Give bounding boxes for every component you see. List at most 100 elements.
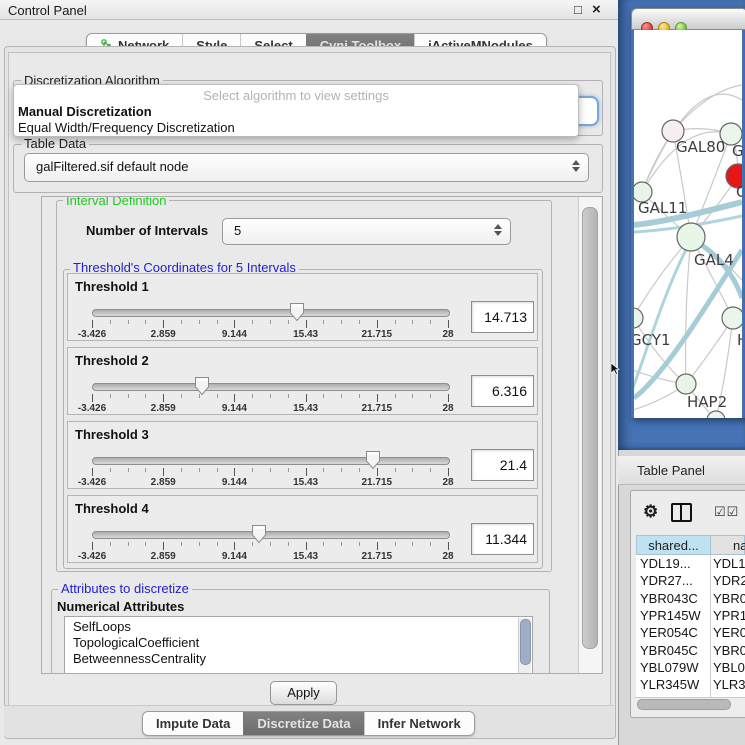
network-node[interactable] xyxy=(707,411,725,418)
table-row[interactable]: YBR045C YBR0 xyxy=(636,643,745,660)
network-node[interactable] xyxy=(676,374,696,394)
table-row[interactable]: YBL079W YBL0 xyxy=(636,660,745,677)
cell-shared-name[interactable]: YBL079W xyxy=(640,660,699,675)
combo-spinner-icon[interactable] xyxy=(572,160,580,172)
threshold-value-field[interactable]: 14.713 xyxy=(471,301,534,333)
numerical-attributes-label: Numerical Attributes xyxy=(57,599,184,614)
cell-name[interactable]: YLR3 xyxy=(713,677,745,692)
threshold-value-field[interactable]: 11.344 xyxy=(471,523,534,555)
tick-mark xyxy=(145,320,146,324)
tick-label: -3.426 xyxy=(64,403,120,414)
table-hscrollbar[interactable] xyxy=(635,697,745,710)
tick-mark xyxy=(430,320,431,324)
table-row[interactable]: YER054C YER0 xyxy=(636,625,745,642)
apply-button[interactable]: Apply xyxy=(270,681,337,705)
tab-discretize-data[interactable]: Discretize Data xyxy=(243,712,363,735)
cell-shared-name[interactable]: YER054C xyxy=(640,625,698,640)
table-row[interactable]: YDR27... YDR2 xyxy=(636,573,745,590)
tick-mark xyxy=(145,468,146,472)
network-node-label: GA xyxy=(732,142,742,160)
column-header-name[interactable]: na xyxy=(711,535,745,555)
network-window-titlebar[interactable] xyxy=(631,8,745,30)
network-node-label: GAL11 xyxy=(638,199,687,217)
network-node-label: H xyxy=(737,331,742,349)
tick-label: 15.43 xyxy=(278,403,334,414)
cell-name[interactable]: YPR1 xyxy=(713,608,745,623)
tick-mark xyxy=(448,468,449,476)
tick-label: 28 xyxy=(420,477,476,488)
network-node[interactable] xyxy=(722,307,742,329)
threshold-slider-thumb[interactable] xyxy=(289,302,305,322)
threshold-slider-track[interactable] xyxy=(92,309,450,317)
numerical-attributes-list[interactable]: SelfLoopsTopologicalCoefficientBetweenne… xyxy=(64,616,533,674)
columns-icon[interactable] xyxy=(671,503,692,522)
table-body[interactable]: YDL19... YDL1 YDR27... YDR2 YBR043C YBR0 YPR14… xyxy=(636,555,745,697)
threshold-slider-track[interactable] xyxy=(92,457,450,465)
tick-label: 2.859 xyxy=(135,551,191,562)
attributes-scrollbar[interactable] xyxy=(518,618,531,674)
gear-icon[interactable]: ⚙ xyxy=(643,502,658,522)
tick-mark xyxy=(323,320,324,324)
tick-mark xyxy=(430,468,431,472)
threshold-slider-track[interactable] xyxy=(92,383,450,391)
popup-option-equal-width-frequency[interactable]: Equal Width/Frequency Discretization xyxy=(14,120,578,135)
network-node[interactable] xyxy=(677,223,705,251)
tick-mark xyxy=(234,542,235,550)
threshold-slider-thumb[interactable] xyxy=(365,450,381,470)
tick-mark xyxy=(110,468,111,472)
cell-name[interactable]: YBR0 xyxy=(713,591,745,606)
tick-mark xyxy=(323,394,324,398)
threshold-value-field[interactable]: 21.4 xyxy=(471,449,534,481)
attribute-list-item[interactable]: TopologicalCoefficient xyxy=(65,635,532,651)
attribute-list-item[interactable]: SelfLoops xyxy=(65,619,532,635)
threshold-slider-track[interactable] xyxy=(92,531,450,539)
tick-mark xyxy=(288,542,289,546)
table-data-combo-value: galFiltered.sif default node xyxy=(36,159,188,174)
num-intervals-combo[interactable]: 5 xyxy=(222,218,511,245)
cell-shared-name[interactable]: YDR27... xyxy=(640,573,693,588)
cell-shared-name[interactable]: YLR345W xyxy=(640,677,699,692)
table-data-combo[interactable]: galFiltered.sif default node xyxy=(24,153,589,182)
attributes-scrollbar-thumb[interactable] xyxy=(520,619,531,665)
table-row[interactable]: YPR145W YPR1 xyxy=(636,608,745,625)
table-row[interactable]: YDL19... YDL1 xyxy=(636,556,745,573)
select-columns-checkboxes-icon[interactable]: ☑☑ xyxy=(714,504,739,520)
attribute-list-item[interactable]: BetweennessCentrality xyxy=(65,651,532,667)
settings-scrollbar-thumb[interactable] xyxy=(582,207,598,649)
tab-infer-network[interactable]: Infer Network xyxy=(364,712,474,735)
cell-shared-name[interactable]: YBR045C xyxy=(640,643,698,658)
cell-shared-name[interactable]: YDL19... xyxy=(640,556,691,571)
algorithm-popup-hint: Select algorithm to view settings xyxy=(14,88,578,103)
cell-shared-name[interactable]: YBR043C xyxy=(640,591,698,606)
tick-mark xyxy=(92,394,93,402)
tick-mark xyxy=(306,394,307,402)
network-node[interactable] xyxy=(634,308,643,328)
table-hscrollbar-thumb[interactable] xyxy=(637,699,731,710)
tick-label: 28 xyxy=(420,403,476,414)
threshold-slider-thumb[interactable] xyxy=(194,376,210,396)
cell-name[interactable]: YBL0 xyxy=(713,660,745,675)
popup-option-manual-discretization[interactable]: Manual Discretization xyxy=(14,104,578,119)
threshold-value-field[interactable]: 6.316 xyxy=(471,375,534,407)
tick-mark xyxy=(163,542,164,550)
network-canvas[interactable]: GAL80GACGAL11GAL4GCY1HHAP2 xyxy=(634,30,742,418)
tab-impute-data[interactable]: Impute Data xyxy=(143,712,243,735)
tick-label: 2.859 xyxy=(135,403,191,414)
cell-name[interactable]: YER0 xyxy=(713,625,745,640)
table-row[interactable]: YLR345W YLR3 xyxy=(636,677,745,694)
cell-name[interactable]: YDL1 xyxy=(713,556,745,571)
cell-name[interactable]: YBR0 xyxy=(713,643,745,658)
cell-name[interactable]: YDR2 xyxy=(713,573,745,588)
cell-shared-name[interactable]: YPR145W xyxy=(640,608,701,623)
tick-mark xyxy=(217,542,218,546)
column-header-shared-name[interactable]: shared... xyxy=(636,535,711,555)
control-panel-titlebar[interactable]: Control Panel □ × xyxy=(0,0,618,20)
settings-scrollbar[interactable] xyxy=(578,197,601,673)
threshold-slider-thumb[interactable] xyxy=(251,524,267,544)
tick-mark xyxy=(199,542,200,546)
table-row[interactable]: YBR043C YBR0 xyxy=(636,591,745,608)
num-intervals-spinner-icon[interactable] xyxy=(494,224,502,236)
close-window-icon[interactable]: × xyxy=(592,2,601,17)
table-panel-titlebar[interactable]: Table Panel xyxy=(618,456,745,485)
float-window-icon[interactable]: □ xyxy=(574,2,582,17)
